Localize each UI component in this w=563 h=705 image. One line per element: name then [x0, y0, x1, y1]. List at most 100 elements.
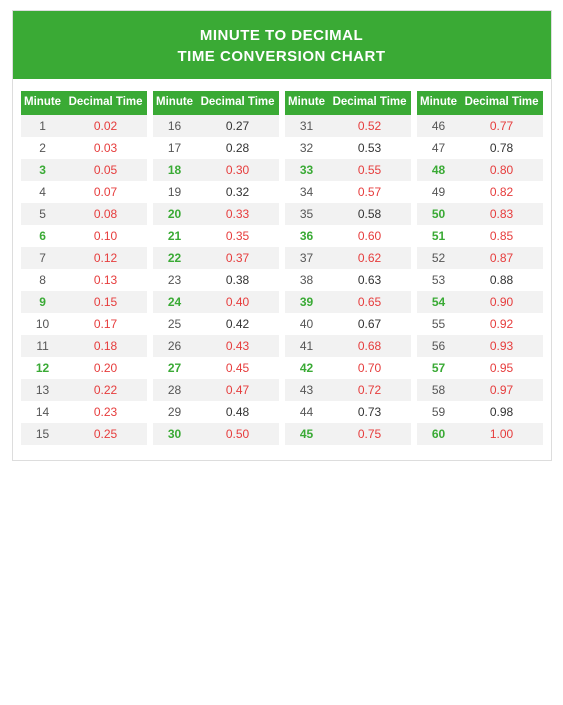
minute-cell: 28: [153, 379, 197, 401]
decimal-cell: 0.30: [197, 159, 279, 181]
decimal-cell: 0.10: [65, 225, 147, 247]
decimal-cell: 0.50: [197, 423, 279, 445]
decimal-cell: 0.75: [329, 423, 411, 445]
decimal-cell: 0.67: [329, 313, 411, 335]
table-row: 250.42: [153, 313, 279, 335]
minute-cell: 45: [285, 423, 329, 445]
decimal-cell: 0.73: [329, 401, 411, 423]
decimal-cell: 0.52: [329, 115, 411, 137]
decimal-cell: 0.63: [329, 269, 411, 291]
minute-cell: 35: [285, 203, 329, 225]
table-block-3: MinuteDecimal Time310.52320.53330.55340.…: [285, 91, 411, 445]
table-row: 180.30: [153, 159, 279, 181]
minute-cell: 11: [21, 335, 65, 357]
minute-cell: 59: [417, 401, 461, 423]
minute-cell: 58: [417, 379, 461, 401]
table-row: 200.33: [153, 203, 279, 225]
minute-cell: 1: [21, 115, 65, 137]
col-header-decimal: Decimal Time: [329, 91, 411, 115]
decimal-cell: 0.83: [461, 203, 543, 225]
conversion-table-4: MinuteDecimal Time460.77470.78480.80490.…: [417, 91, 543, 445]
header-line1: MINUTE TO DECIMAL: [23, 25, 541, 46]
minute-cell: 54: [417, 291, 461, 313]
minute-cell: 57: [417, 357, 461, 379]
tables-container: MinuteDecimal Time10.0220.0330.0540.0750…: [13, 79, 551, 445]
decimal-cell: 0.82: [461, 181, 543, 203]
decimal-cell: 0.90: [461, 291, 543, 313]
table-row: 120.20: [21, 357, 147, 379]
minute-cell: 16: [153, 115, 197, 137]
decimal-cell: 0.05: [65, 159, 147, 181]
minute-cell: 32: [285, 137, 329, 159]
decimal-cell: 0.70: [329, 357, 411, 379]
table-row: 70.12: [21, 247, 147, 269]
minute-cell: 8: [21, 269, 65, 291]
minute-cell: 4: [21, 181, 65, 203]
table-row: 540.90: [417, 291, 543, 313]
minute-cell: 43: [285, 379, 329, 401]
table-row: 440.73: [285, 401, 411, 423]
table-row: 390.65: [285, 291, 411, 313]
decimal-cell: 0.77: [461, 115, 543, 137]
table-row: 500.83: [417, 203, 543, 225]
table-row: 280.47: [153, 379, 279, 401]
decimal-cell: 0.25: [65, 423, 147, 445]
decimal-cell: 0.48: [197, 401, 279, 423]
decimal-cell: 0.45: [197, 357, 279, 379]
minute-cell: 36: [285, 225, 329, 247]
minute-cell: 50: [417, 203, 461, 225]
table-row: 340.57: [285, 181, 411, 203]
minute-cell: 6: [21, 225, 65, 247]
decimal-cell: 0.57: [329, 181, 411, 203]
conversion-table-3: MinuteDecimal Time310.52320.53330.55340.…: [285, 91, 411, 445]
table-row: 570.95: [417, 357, 543, 379]
table-row: 80.13: [21, 269, 147, 291]
decimal-cell: 0.95: [461, 357, 543, 379]
table-row: 230.38: [153, 269, 279, 291]
minute-cell: 23: [153, 269, 197, 291]
table-row: 110.18: [21, 335, 147, 357]
minute-cell: 3: [21, 159, 65, 181]
conversion-table-1: MinuteDecimal Time10.0220.0330.0540.0750…: [21, 91, 147, 445]
minute-cell: 46: [417, 115, 461, 137]
minute-cell: 22: [153, 247, 197, 269]
minute-cell: 2: [21, 137, 65, 159]
table-row: 40.07: [21, 181, 147, 203]
minute-cell: 47: [417, 137, 461, 159]
minute-cell: 51: [417, 225, 461, 247]
minute-cell: 9: [21, 291, 65, 313]
table-row: 550.92: [417, 313, 543, 335]
col-header-minute: Minute: [21, 91, 65, 115]
minute-cell: 37: [285, 247, 329, 269]
table-row: 300.50: [153, 423, 279, 445]
col-header-minute: Minute: [417, 91, 461, 115]
table-row: 60.10: [21, 225, 147, 247]
decimal-cell: 0.42: [197, 313, 279, 335]
decimal-cell: 0.23: [65, 401, 147, 423]
minute-cell: 60: [417, 423, 461, 445]
col-header-minute: Minute: [285, 91, 329, 115]
table-row: 560.93: [417, 335, 543, 357]
minute-cell: 29: [153, 401, 197, 423]
minute-cell: 41: [285, 335, 329, 357]
decimal-cell: 1.00: [461, 423, 543, 445]
minute-cell: 49: [417, 181, 461, 203]
decimal-cell: 0.20: [65, 357, 147, 379]
minute-cell: 12: [21, 357, 65, 379]
decimal-cell: 0.17: [65, 313, 147, 335]
decimal-cell: 0.97: [461, 379, 543, 401]
decimal-cell: 0.98: [461, 401, 543, 423]
decimal-cell: 0.72: [329, 379, 411, 401]
table-row: 590.98: [417, 401, 543, 423]
minute-cell: 40: [285, 313, 329, 335]
minute-cell: 56: [417, 335, 461, 357]
decimal-cell: 0.43: [197, 335, 279, 357]
table-row: 480.80: [417, 159, 543, 181]
table-row: 320.53: [285, 137, 411, 159]
table-row: 490.82: [417, 181, 543, 203]
header-line2: TIME CONVERSION CHART: [23, 46, 541, 67]
decimal-cell: 0.55: [329, 159, 411, 181]
table-row: 330.55: [285, 159, 411, 181]
table-row: 410.68: [285, 335, 411, 357]
table-row: 530.88: [417, 269, 543, 291]
